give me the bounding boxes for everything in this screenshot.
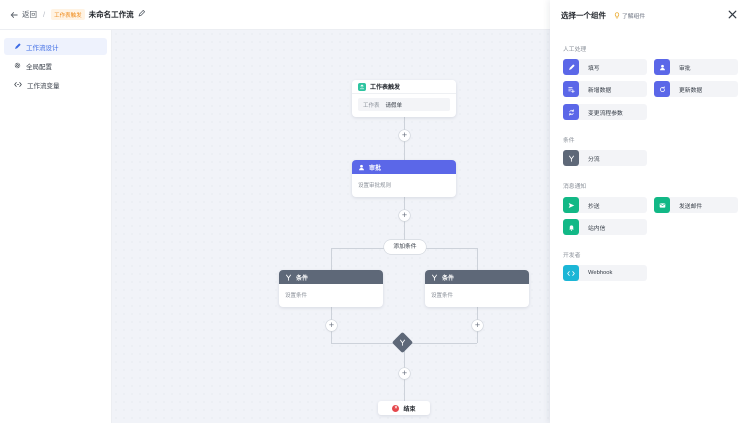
component-label: 变更流程参数 <box>588 110 623 117</box>
learn-components-link[interactable]: 了解组件 <box>614 11 645 20</box>
end-node: × 结束 <box>378 401 430 415</box>
add-node-button[interactable]: + <box>472 320 483 331</box>
component-label: 审批 <box>679 65 691 72</box>
sidebar-item-variables[interactable]: 工作流变量 <box>4 76 107 93</box>
mail-icon <box>654 197 670 213</box>
connector-line <box>331 248 332 270</box>
trigger-node-header: 工作表触发 <box>352 80 456 94</box>
component-panel: 选择一个组件 了解组件 人工处理 填写 审批 新增数据 更新数据 变更流程参数 … <box>550 0 750 423</box>
arrow-left-icon <box>10 11 18 18</box>
approve-node[interactable]: 审批 设置审批规则 <box>352 160 456 197</box>
component-branch[interactable]: 分流 <box>563 150 647 166</box>
branch-icon <box>563 150 579 166</box>
component-webhook[interactable]: Webhook <box>563 265 647 281</box>
bell-icon <box>563 219 579 235</box>
code-icon <box>563 265 579 281</box>
condition-node-title: 条件 <box>296 275 309 282</box>
user-icon <box>359 164 364 170</box>
branch-icon <box>285 274 292 281</box>
sidebar: 工作流设计 全局配置 工作流变量 <box>0 30 112 423</box>
send-icon <box>563 197 579 213</box>
section-title-condition: 条件 <box>563 138 575 144</box>
condition-node-title: 条件 <box>442 275 455 282</box>
add-node-button[interactable]: + <box>399 130 410 141</box>
component-approve[interactable]: 审批 <box>654 59 738 75</box>
section-title-developer: 开发者 <box>563 253 581 259</box>
component-send-email[interactable]: 发送邮件 <box>654 197 738 213</box>
sidebar-item-label: 工作流设计 <box>26 44 59 52</box>
condition-node[interactable]: 条件 设置条件 <box>279 270 383 307</box>
add-data-icon <box>563 81 579 97</box>
condition-node-placeholder: 设置条件 <box>285 293 308 299</box>
sidebar-item-label: 全局配置 <box>26 63 52 71</box>
breadcrumb-separator: / <box>43 10 46 19</box>
sidebar-item-design[interactable]: 工作流设计 <box>4 38 107 55</box>
add-node-button[interactable]: + <box>399 368 410 379</box>
sidebar-item-global-config[interactable]: 全局配置 <box>4 57 107 74</box>
trigger-type-tag: 工作表触发 <box>51 9 85 20</box>
trigger-field-value: 请假单 <box>385 102 403 109</box>
workflow-canvas[interactable]: 工作表触发 工作表 请假单 + 审批 设置审批规则 + 添加条件 条件 设置条件… <box>112 30 550 423</box>
trigger-node[interactable]: 工作表触发 工作表 请假单 <box>352 80 456 117</box>
component-label: 抄送 <box>588 203 600 210</box>
condition-node[interactable]: 条件 设置条件 <box>425 270 529 307</box>
trigger-worksheet-field: 工作表 请假单 <box>358 98 450 111</box>
refresh-icon <box>654 81 670 97</box>
section-title-manual: 人工处理 <box>563 47 587 53</box>
condition-node-placeholder: 设置条件 <box>431 293 454 299</box>
edit-title-icon[interactable] <box>138 9 145 19</box>
end-node-label: 结束 <box>403 406 416 413</box>
close-icon[interactable] <box>727 9 738 20</box>
component-label: Webhook <box>588 270 613 276</box>
add-node-button[interactable]: + <box>326 320 337 331</box>
workflow-title[interactable]: 未命名工作流 <box>89 9 134 20</box>
add-node-button[interactable]: + <box>399 210 410 221</box>
stop-icon: × <box>392 404 400 412</box>
component-change-params[interactable]: 变更流程参数 <box>563 104 647 120</box>
condition-node-header: 条件 <box>279 270 383 284</box>
component-inbox-message[interactable]: 站内信 <box>563 219 647 235</box>
learn-components-label: 了解组件 <box>622 13 646 20</box>
component-label: 更新数据 <box>679 87 703 94</box>
swap-icon <box>563 104 579 120</box>
code-icon <box>14 82 22 87</box>
component-label: 发送邮件 <box>679 203 703 210</box>
branch-icon <box>397 337 408 348</box>
trigger-icon <box>358 82 366 91</box>
trigger-node-title: 工作表触发 <box>370 85 401 91</box>
component-cc[interactable]: 抄送 <box>563 197 647 213</box>
approve-node-header: 审批 <box>352 160 456 174</box>
pencil-icon <box>563 59 579 75</box>
condition-node-header: 条件 <box>425 270 529 284</box>
component-label: 新增数据 <box>588 87 612 94</box>
component-fill[interactable]: 填写 <box>563 59 647 75</box>
component-label: 站内信 <box>588 225 606 232</box>
connector-line <box>477 248 478 270</box>
approve-node-placeholder: 设置审批规则 <box>358 183 392 189</box>
component-update-data[interactable]: 更新数据 <box>654 81 738 97</box>
user-icon <box>654 59 670 75</box>
component-label: 填写 <box>588 65 600 72</box>
back-label: 返回 <box>22 10 37 19</box>
back-button[interactable]: 返回 <box>10 9 37 20</box>
branch-icon <box>431 274 438 281</box>
component-add-data[interactable]: 新增数据 <box>563 81 647 97</box>
add-condition-button[interactable]: 添加条件 <box>384 240 426 254</box>
gear-icon <box>14 62 21 69</box>
component-label: 分流 <box>588 156 600 163</box>
pencil-icon <box>15 43 21 49</box>
panel-title: 选择一个组件 <box>561 10 606 20</box>
section-title-notification: 消息通知 <box>563 184 587 190</box>
approve-node-title: 审批 <box>369 165 382 172</box>
lightbulb-icon <box>614 11 620 18</box>
sidebar-item-label: 工作流变量 <box>27 82 60 90</box>
panel-header: 选择一个组件 了解组件 <box>550 0 750 30</box>
trigger-field-label: 工作表 <box>363 102 380 109</box>
